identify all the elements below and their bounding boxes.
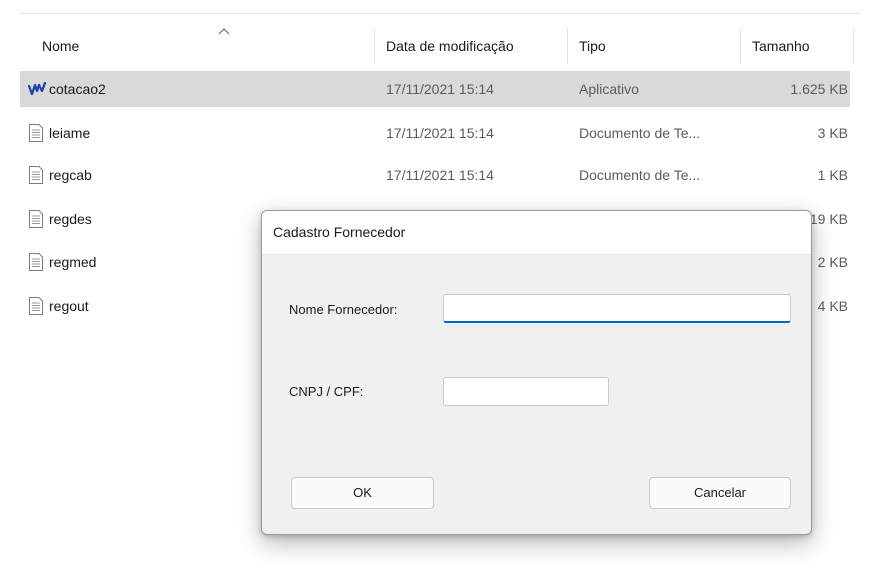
- file-name: leiame: [49, 125, 91, 141]
- column-header-date[interactable]: Data de modificação: [386, 28, 566, 64]
- text-file-icon: [29, 124, 43, 142]
- file-size: 1.625 KB: [790, 81, 848, 97]
- dialog-title: Cadastro Fornecedor: [273, 224, 406, 240]
- text-file-icon: [29, 253, 43, 271]
- file-size: 1 KB: [817, 167, 848, 183]
- column-separator[interactable]: [567, 28, 568, 64]
- sort-ascending-icon: [218, 28, 230, 35]
- file-name: regmed: [49, 254, 97, 270]
- column-header-name[interactable]: Nome: [42, 28, 382, 64]
- file-type: Documento de Te...: [579, 167, 701, 183]
- supplier-name-input[interactable]: [443, 294, 791, 323]
- divider: [20, 13, 860, 14]
- text-file-icon: [29, 210, 43, 228]
- supplier-name-label: Nome Fornecedor:: [289, 302, 398, 317]
- column-separator[interactable]: [740, 28, 741, 64]
- app-icon: [28, 82, 46, 96]
- column-separator[interactable]: [853, 28, 854, 64]
- column-header-row: Nome Data de modificação Tipo Tamanho: [20, 28, 860, 64]
- column-separator[interactable]: [374, 28, 375, 64]
- dialog-title-bar[interactable]: Cadastro Fornecedor: [262, 211, 811, 255]
- cadastro-fornecedor-dialog: Cadastro Fornecedor Nome Fornecedor: CNP…: [261, 210, 812, 535]
- column-header-size[interactable]: Tamanho: [752, 28, 842, 64]
- cnpj-cpf-input[interactable]: [443, 377, 609, 406]
- column-header-type[interactable]: Tipo: [579, 28, 729, 64]
- file-date: 17/11/2021 15:14: [386, 125, 494, 141]
- text-file-icon: [29, 166, 43, 184]
- file-size: 3 KB: [817, 125, 848, 141]
- cnpj-cpf-label: CNPJ / CPF:: [289, 384, 364, 399]
- text-file-icon: [29, 297, 43, 315]
- cancel-button[interactable]: Cancelar: [649, 477, 791, 509]
- file-type: Documento de Te...: [579, 125, 701, 141]
- file-row-leiame[interactable]: leiame 17/11/2021 15:14 Documento de Te.…: [20, 115, 850, 151]
- file-type: Aplicativo: [579, 81, 639, 97]
- file-row-cotacao2[interactable]: cotacao2 17/11/2021 15:14 Aplicativo 1.6…: [20, 71, 850, 107]
- file-date: 17/11/2021 15:14: [386, 167, 494, 183]
- file-row-regcab[interactable]: regcab 17/11/2021 15:14 Documento de Te.…: [20, 157, 850, 193]
- file-name: regcab: [49, 167, 92, 183]
- file-name: regdes: [49, 211, 92, 227]
- file-name: regout: [49, 298, 89, 314]
- file-name: cotacao2: [49, 81, 106, 97]
- file-date: 17/11/2021 15:14: [386, 81, 494, 97]
- ok-button[interactable]: OK: [291, 477, 434, 509]
